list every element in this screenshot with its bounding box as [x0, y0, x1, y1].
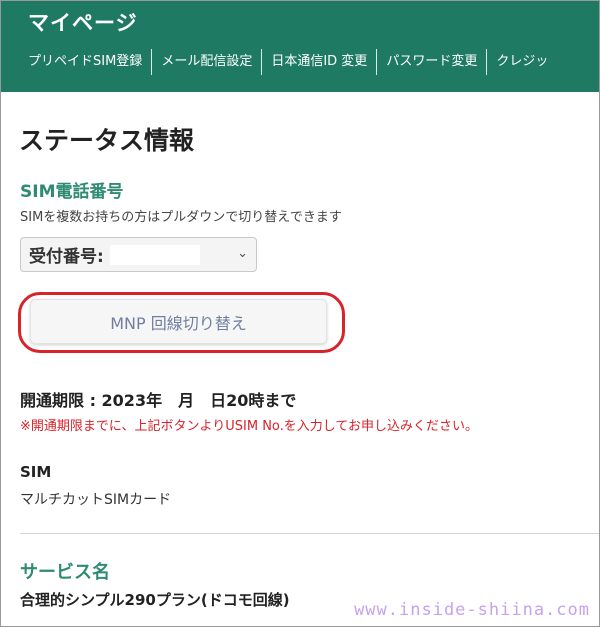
sim-value: マルチカットSIMカード: [20, 492, 172, 508]
nav-item-prepaid-sim[interactable]: プリペイドSIM登録: [1, 49, 151, 75]
watermark: www.inside-shiina.com: [354, 600, 590, 620]
sim-phone-heading: SIM電話番号: [20, 182, 124, 202]
redacted-number: [109, 244, 200, 265]
nav-item-id-change[interactable]: 日本通信ID 変更: [261, 49, 376, 75]
nav-item-credit[interactable]: クレジッ: [486, 49, 557, 75]
sim-label: SIM: [20, 463, 52, 481]
nav-bar: プリペイドSIM登録 メール配信設定 日本通信ID 変更 パスワード変更 クレジ…: [1, 49, 557, 75]
deadline-warning: ※開通期限までに、上記ボタンよりUSIM No.を入力してお申し込みください。: [20, 419, 478, 434]
activation-deadline: 開通期限 : 2023年 月 日20時まで: [20, 391, 297, 410]
divider: [20, 533, 599, 534]
mnp-switch-button[interactable]: MNP 回線切り替え: [30, 299, 327, 344]
chevron-down-icon: ⌄: [237, 246, 248, 261]
select-label: 受付番号:: [29, 247, 104, 267]
header: マイページ プリペイドSIM登録 メール配信設定 日本通信ID 変更 パスワード…: [1, 1, 599, 92]
service-value: 合理的シンプル290プラン(ドコモ回線): [20, 591, 290, 609]
main-content: ステータス情報 SIM電話番号 SIMを複数お持ちの方はプルダウンで切り替えでき…: [1, 92, 599, 626]
sim-select-dropdown[interactable]: 受付番号: ⌄: [20, 237, 257, 272]
sim-note: SIMを複数お持ちの方はプルダウンで切り替えできます: [20, 210, 342, 225]
section-title: ステータス情報: [19, 126, 195, 155]
page-title: マイページ: [28, 11, 138, 35]
nav-item-password-change[interactable]: パスワード変更: [376, 49, 486, 75]
nav-item-mail-settings[interactable]: メール配信設定: [151, 49, 261, 75]
page-frame: マイページ プリペイドSIM登録 メール配信設定 日本通信ID 変更 パスワード…: [0, 0, 600, 627]
service-heading: サービス名: [20, 562, 110, 583]
